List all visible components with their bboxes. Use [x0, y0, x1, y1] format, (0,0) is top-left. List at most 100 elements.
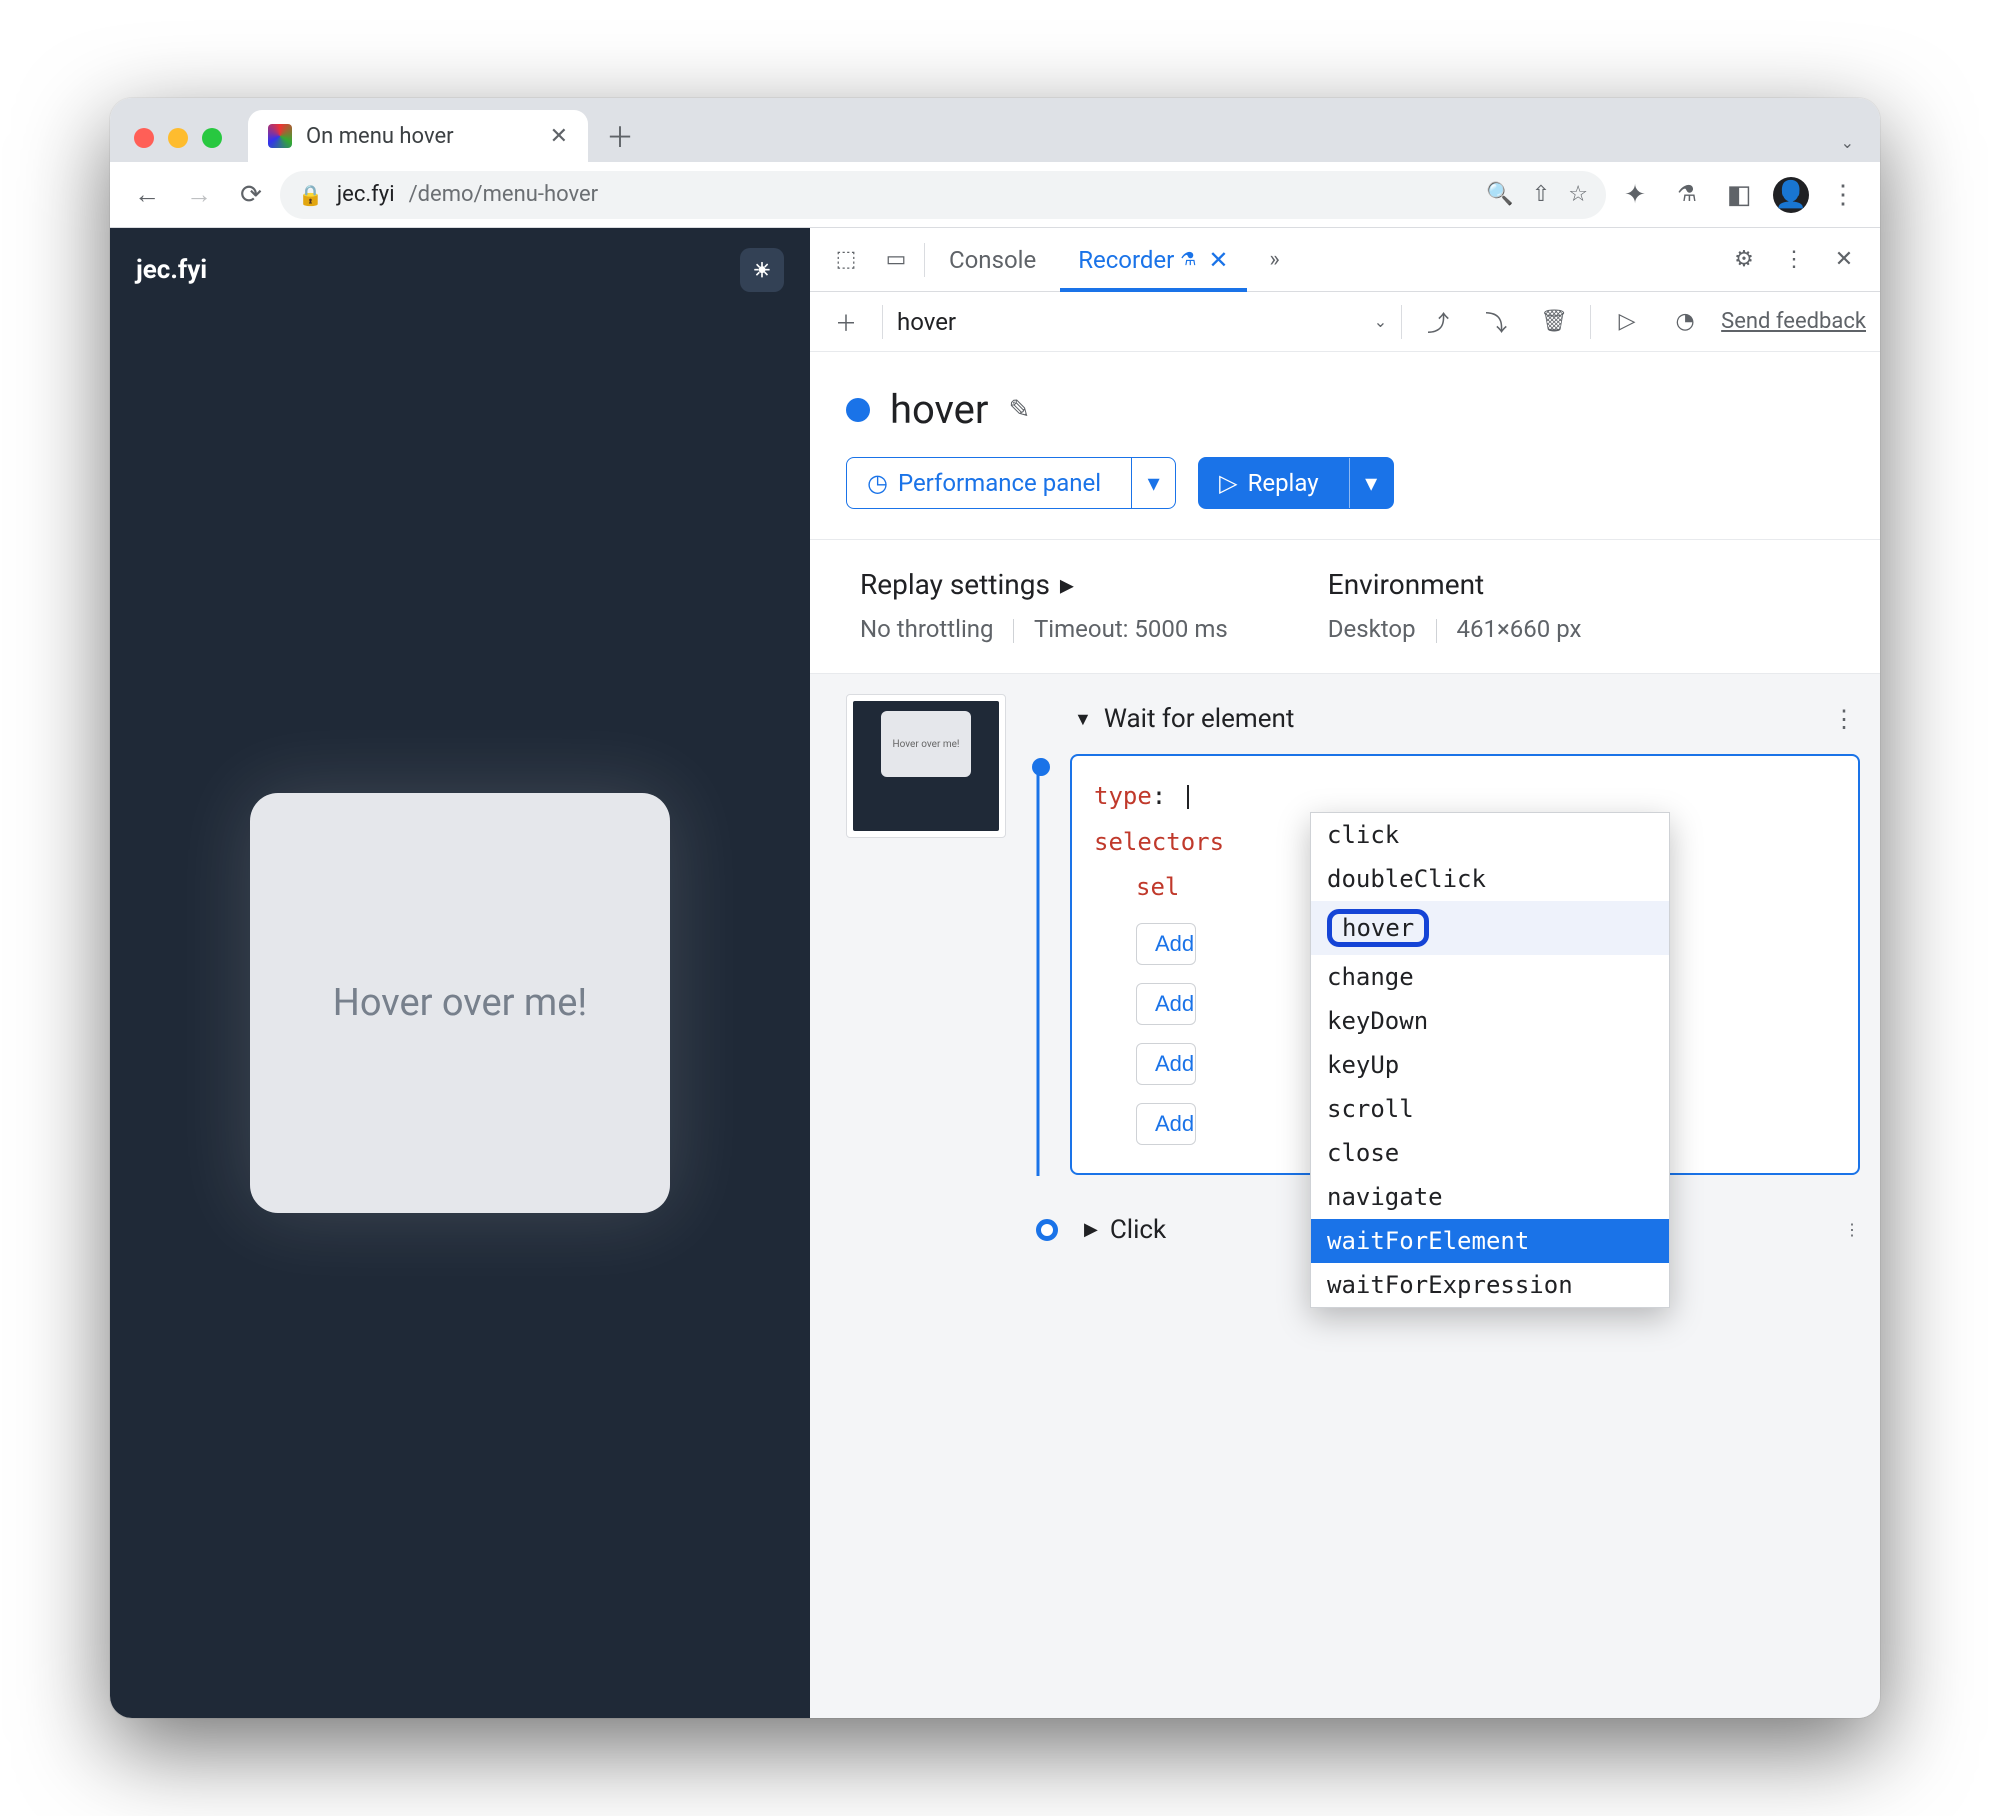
- site-title: jec.fyi: [136, 255, 207, 285]
- kv-key-sel: sel: [1136, 873, 1179, 901]
- thumbnail-preview: Hover over me!: [853, 701, 999, 831]
- performance-panel-caret[interactable]: ▾: [1131, 458, 1175, 508]
- tabs-overflow-icon[interactable]: ⌄: [1841, 133, 1854, 152]
- expand-icon[interactable]: ▶: [1084, 1219, 1098, 1240]
- dropdown-option-keydown[interactable]: keyDown: [1311, 999, 1669, 1043]
- close-panel-icon[interactable]: ✕: [1208, 246, 1228, 274]
- dropdown-option-waitforelement[interactable]: waitForElement: [1311, 1219, 1669, 1263]
- dropdown-option-scroll[interactable]: scroll: [1311, 1087, 1669, 1131]
- more-tabs-icon[interactable]: »: [1253, 238, 1297, 282]
- bookmark-icon[interactable]: ☆: [1568, 182, 1588, 207]
- timeout-value: Timeout: 5000 ms: [1034, 615, 1228, 643]
- viewport-size-value: 461×660 px: [1457, 615, 1582, 643]
- slow-replay-icon[interactable]: ◔: [1663, 300, 1707, 344]
- kv-key-selectors: selectors: [1094, 828, 1224, 856]
- tab-console-label: Console: [949, 246, 1036, 274]
- chevron-right-icon: ▸: [1060, 568, 1074, 601]
- tab-recorder[interactable]: Recorder ⚗ ✕: [1060, 228, 1246, 291]
- url-host: jec.fyi: [337, 182, 395, 207]
- back-button[interactable]: ←: [124, 172, 170, 218]
- steps-area: Hover over me! ▼ Wait for element ⋮: [810, 674, 1880, 1718]
- dropdown-option-waitforexpression[interactable]: waitForExpression: [1311, 1263, 1669, 1307]
- record-indicator-icon: [846, 398, 870, 422]
- edit-title-icon[interactable]: ✎: [1008, 395, 1030, 425]
- replay-settings-heading[interactable]: Replay settings ▸: [860, 568, 1228, 601]
- add-button[interactable]: Add: [1136, 1103, 1196, 1145]
- browser-window: On menu hover ✕ ＋ ⌄ ← → ⟳ 🔒 jec.fyi/demo…: [110, 98, 1880, 1718]
- replay-caret[interactable]: ▾: [1349, 458, 1393, 508]
- add-button[interactable]: Add: [1136, 983, 1196, 1025]
- chevron-down-icon[interactable]: ⌄: [1374, 312, 1387, 331]
- theme-toggle-button[interactable]: ☀: [740, 248, 784, 292]
- replay-button[interactable]: ▷Replay ▾: [1198, 457, 1394, 509]
- step-menu-icon[interactable]: ⋮: [1844, 1220, 1860, 1239]
- step2-header[interactable]: ▶ Click: [1084, 1215, 1166, 1245]
- delete-icon[interactable]: 🗑: [1532, 300, 1576, 344]
- timeline-dot-icon: [1036, 1219, 1058, 1241]
- timeline-dot-icon: [1032, 758, 1050, 776]
- dropdown-option-click[interactable]: click: [1311, 813, 1669, 857]
- new-recording-button[interactable]: ＋: [824, 300, 868, 344]
- dropdown-option-navigate[interactable]: navigate: [1311, 1175, 1669, 1219]
- import-icon[interactable]: ⤵: [1474, 300, 1518, 344]
- highlight-ring: hover: [1327, 909, 1429, 947]
- maximize-window-icon[interactable]: [202, 128, 222, 148]
- devtools-panel: ⬚ ▭ Console Recorder ⚗ ✕ » ⚙ ⋮ ✕: [810, 228, 1880, 1718]
- device-toggle-icon[interactable]: ▭: [874, 238, 918, 282]
- window-controls: [122, 128, 238, 162]
- lock-icon: 🔒: [298, 183, 323, 207]
- close-tab-icon[interactable]: ✕: [550, 124, 568, 149]
- collapse-icon[interactable]: ▼: [1074, 709, 1092, 730]
- export-icon[interactable]: ⤴: [1416, 300, 1460, 344]
- labs-icon[interactable]: ⚗: [1664, 172, 1710, 218]
- extensions-icon[interactable]: ✦: [1612, 172, 1658, 218]
- address-bar[interactable]: 🔒 jec.fyi/demo/menu-hover 🔍 ⇧ ☆: [280, 171, 1606, 219]
- dropdown-option-change[interactable]: change: [1311, 955, 1669, 999]
- reload-button[interactable]: ⟳: [228, 172, 274, 218]
- dropdown-option-keyup[interactable]: keyUp: [1311, 1043, 1669, 1087]
- step-menu-icon[interactable]: ⋮: [1832, 705, 1856, 733]
- recording-name[interactable]: hover: [897, 308, 1360, 336]
- dropdown-option-hover[interactable]: hover: [1311, 901, 1669, 955]
- send-feedback-link[interactable]: Send feedback: [1721, 309, 1866, 334]
- recorder-actions: ◷Performance panel ▾ ▷Replay ▾: [810, 457, 1880, 539]
- throttling-value: No throttling: [860, 615, 994, 643]
- performance-panel-button[interactable]: ◷Performance panel ▾: [846, 457, 1176, 509]
- step2-title: Click: [1110, 1215, 1166, 1245]
- recorder-toolbar: ＋ hover ⌄ ⤴ ⤵ 🗑 ▷ ◔ Send feedback: [810, 292, 1880, 352]
- close-window-icon[interactable]: [134, 128, 154, 148]
- share-icon[interactable]: ⇧: [1532, 182, 1550, 207]
- kebab-menu-icon[interactable]: ⋮: [1772, 238, 1816, 282]
- browser-tab[interactable]: On menu hover ✕: [248, 110, 588, 162]
- timeline: [1032, 758, 1044, 776]
- forward-button[interactable]: →: [176, 172, 222, 218]
- new-tab-button[interactable]: ＋: [598, 114, 642, 158]
- step-thumbnail[interactable]: Hover over me!: [846, 694, 1006, 838]
- thumbnail-card: Hover over me!: [881, 711, 971, 777]
- step-play-icon[interactable]: ▷: [1605, 300, 1649, 344]
- page-header: jec.fyi ☀: [110, 228, 810, 312]
- dropdown-option-doubleclick[interactable]: doubleClick: [1311, 857, 1669, 901]
- hover-card[interactable]: Hover over me!: [250, 793, 670, 1213]
- zoom-out-icon[interactable]: 🔍: [1486, 182, 1513, 207]
- step-header[interactable]: ▼ Wait for element ⋮: [1070, 694, 1860, 744]
- replay-label: Replay: [1248, 469, 1319, 497]
- sidepanel-icon[interactable]: ◧: [1716, 172, 1762, 218]
- devtools-tabbar: ⬚ ▭ Console Recorder ⚗ ✕ » ⚙ ⋮ ✕: [810, 228, 1880, 292]
- add-button[interactable]: Add: [1136, 923, 1196, 965]
- type-autocomplete-dropdown[interactable]: click doubleClick hover change keyDown k…: [1310, 812, 1670, 1308]
- page-viewport: jec.fyi ☀ Hover over me!: [110, 228, 810, 1718]
- tab-title: On menu hover: [306, 124, 454, 149]
- divider: [924, 243, 925, 277]
- chrome-menu-icon[interactable]: ⋮: [1820, 172, 1866, 218]
- add-button[interactable]: Add: [1136, 1043, 1196, 1085]
- minimize-window-icon[interactable]: [168, 128, 188, 148]
- profile-avatar[interactable]: 👤: [1768, 172, 1814, 218]
- inspect-icon[interactable]: ⬚: [824, 238, 868, 282]
- close-devtools-icon[interactable]: ✕: [1822, 238, 1866, 282]
- replay-settings-block: Replay settings ▸ No throttling Timeout:…: [860, 568, 1228, 643]
- dropdown-option-close[interactable]: close: [1311, 1131, 1669, 1175]
- tab-console[interactable]: Console: [931, 228, 1054, 291]
- settings-row: Replay settings ▸ No throttling Timeout:…: [810, 540, 1880, 673]
- settings-icon[interactable]: ⚙: [1722, 238, 1766, 282]
